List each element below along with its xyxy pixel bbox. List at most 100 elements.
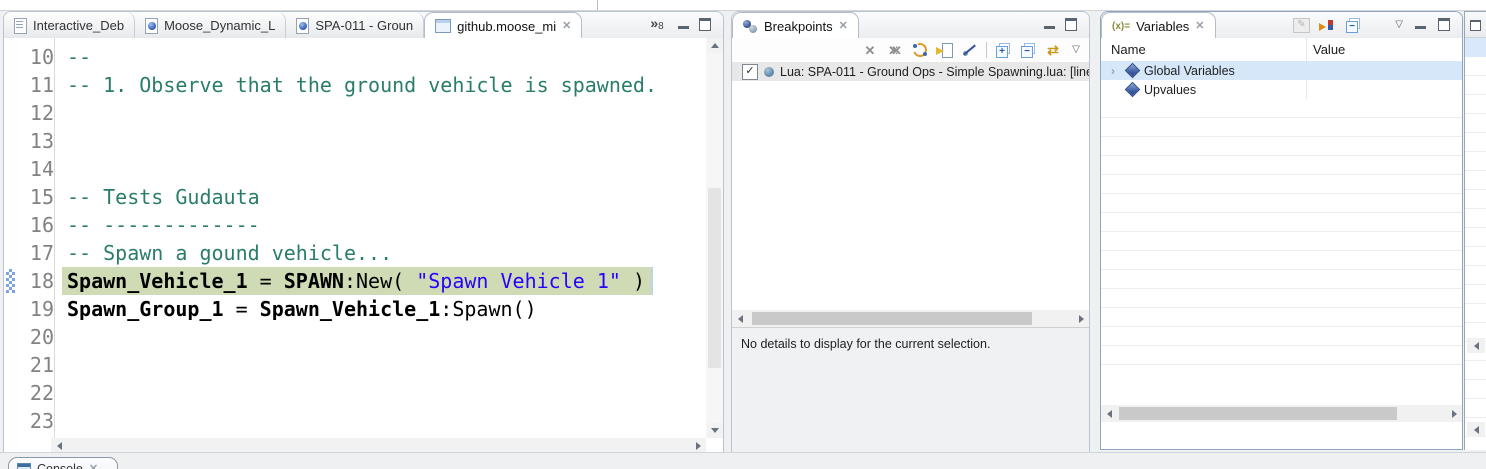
line-number: 23 [17,407,62,435]
gutter-marker-cell[interactable] [4,183,17,211]
code-line[interactable]: 17-- Spawn a gound vehicle... [4,239,706,267]
scroll-left-button[interactable] [1467,422,1485,437]
code-line[interactable]: 16-- ------------- [4,211,706,239]
breakpoint-label: Lua: SPA-011 - Ground Ops - Simple Spawn… [780,65,1089,79]
arrow-left-icon [1474,426,1479,434]
collapse-all-button[interactable]: − [1344,17,1362,33]
maximize-icon[interactable] [699,18,711,31]
scroll-down-button[interactable] [707,423,723,438]
tab-overflow-count: 8 [658,21,664,32]
code-editor[interactable]: 10--11-- 1. Observe that the ground vehi… [4,38,723,453]
maximize-icon[interactable] [1470,20,1481,31]
variables-column-header[interactable]: Name Value [1101,38,1462,62]
column-header-name[interactable]: Name [1111,42,1146,57]
variables-view-tab[interactable]: (x)= Variables ✕ [1101,12,1216,39]
remove-all-breakpoints-button[interactable]: ✕✕ [886,42,904,58]
code-line[interactable]: 10-- [4,43,706,71]
clipped-right-view [1464,11,1486,450]
gutter-marker-cell[interactable] [4,127,17,155]
gutter-marker-cell[interactable] [4,71,17,99]
code-line[interactable]: 11-- 1. Observe that the ground vehicle … [4,71,706,99]
variables-tabbar: (x)= Variables ✕ ✎ − ▽ [1101,12,1462,39]
link-with-debug-view-button[interactable]: ⇄ [1044,42,1062,58]
show-logical-structure-button[interactable] [1319,18,1335,32]
code-text [62,379,67,407]
gutter-marker-cell[interactable] [4,407,17,435]
code-line[interactable]: 21 [4,351,706,379]
editor-tab-spa-011[interactable]: SPA-011 - Groun [286,12,424,38]
code-line[interactable]: 23 [4,407,706,435]
variable-row-global-variables[interactable]: › Global Variables [1101,61,1462,80]
maximize-icon[interactable] [1065,18,1077,31]
gutter-marker-cell[interactable] [4,155,17,183]
editor-horizontal-scrollbar[interactable] [51,438,706,453]
scroll-right-button[interactable] [1446,406,1462,421]
gutter-marker-cell[interactable] [4,379,17,407]
gutter-marker-cell[interactable] [4,267,17,295]
code-line[interactable]: 20 [4,323,706,351]
maximize-icon[interactable] [1438,18,1450,31]
code-text: -- ------------- [62,211,260,239]
variable-name: Upvalues [1144,83,1196,97]
line-number: 14 [17,155,62,183]
variables-horizontal-scrollbar[interactable] [1101,405,1462,422]
console-view-tab[interactable]: Console ✕ [8,457,118,469]
gutter-marker-cell[interactable] [4,323,17,351]
breakpoint-checkbox[interactable]: ✓ [742,64,758,80]
collapse-all-button[interactable]: − [1019,42,1037,58]
close-icon[interactable]: ✕ [839,21,848,32]
gutter-marker-cell[interactable] [4,239,17,267]
scroll-up-button[interactable] [707,38,723,53]
editor-tab-github-moose[interactable]: github.moose_mi ✕ [424,12,582,39]
go-to-file-for-breakpoint-button[interactable] [936,42,954,58]
code-line[interactable]: 18Spawn_Vehicle_1 = SPAWN:New( "Spawn Ve… [4,267,706,295]
expand-all-button[interactable]: + [994,42,1012,58]
gutter-marker-cell[interactable] [4,351,17,379]
scroll-right-button[interactable] [690,438,706,453]
scrollbar-thumb[interactable] [752,312,1032,325]
code-line[interactable]: 14 [4,155,706,183]
code-line[interactable]: 22 [4,379,706,407]
code-text [62,155,67,183]
scroll-left-button[interactable] [732,311,748,326]
code-line[interactable]: 12 [4,99,706,127]
column-header-value[interactable]: Value [1313,42,1345,57]
minimize-icon[interactable] [1415,21,1426,29]
close-icon[interactable]: ✕ [89,464,98,469]
breakpoints-view-tab[interactable]: Breakpoints ✕ [732,12,859,39]
orange-arrow-icon [1319,23,1326,31]
scrollbar-thumb[interactable] [1119,407,1397,420]
gutter-marker-cell[interactable] [4,211,17,239]
scroll-left-button[interactable] [1101,406,1117,421]
view-menu-icon[interactable]: ▽ [1395,20,1403,30]
variables-window-buttons: ▽ [1395,18,1450,31]
editor-tab-label: Interactive_Deb [33,18,124,33]
minimize-icon[interactable] [678,21,689,29]
gutter-marker-cell[interactable] [4,99,17,127]
editor-vertical-scrollbar[interactable] [706,38,723,438]
code-line[interactable]: 13 [4,127,706,155]
arrow-left-icon [57,442,62,450]
scroll-right-button[interactable] [1073,311,1089,326]
scroll-left-button[interactable] [1467,338,1485,353]
minimize-icon[interactable] [1044,21,1055,29]
show-supported-breakpoints-button[interactable] [911,42,929,58]
breakpoint-list-item[interactable]: ✓ Lua: SPA-011 - Ground Ops - Simple Spa… [732,62,1089,81]
view-menu-button[interactable]: ▽ [1069,42,1083,58]
editor-tab-interactive-deb[interactable]: Interactive_Deb [4,12,135,38]
code-line[interactable]: 15-- Tests Gudauta [4,183,706,211]
code-line[interactable]: 19Spawn_Group_1 = Spawn_Vehicle_1:Spawn(… [4,295,706,323]
close-icon[interactable]: ✕ [1195,21,1204,32]
scrollbar-thumb[interactable] [708,188,721,368]
breakpoints-horizontal-scrollbar[interactable] [732,310,1089,327]
remove-breakpoint-button[interactable]: ✕ [861,42,879,58]
variable-row-upvalues[interactable]: Upvalues [1101,80,1462,99]
tab-overflow-chevron[interactable]: »8 [642,12,671,38]
chevron-right-icon[interactable]: › [1107,65,1119,77]
gutter-marker-cell[interactable] [4,295,17,323]
close-icon[interactable]: ✕ [562,21,571,32]
gutter-marker-cell[interactable] [4,43,17,71]
scroll-left-button[interactable] [51,438,67,453]
editor-tab-moose-dynamic[interactable]: Moose_Dynamic_L [135,12,286,38]
skip-all-breakpoints-button[interactable] [961,42,979,58]
